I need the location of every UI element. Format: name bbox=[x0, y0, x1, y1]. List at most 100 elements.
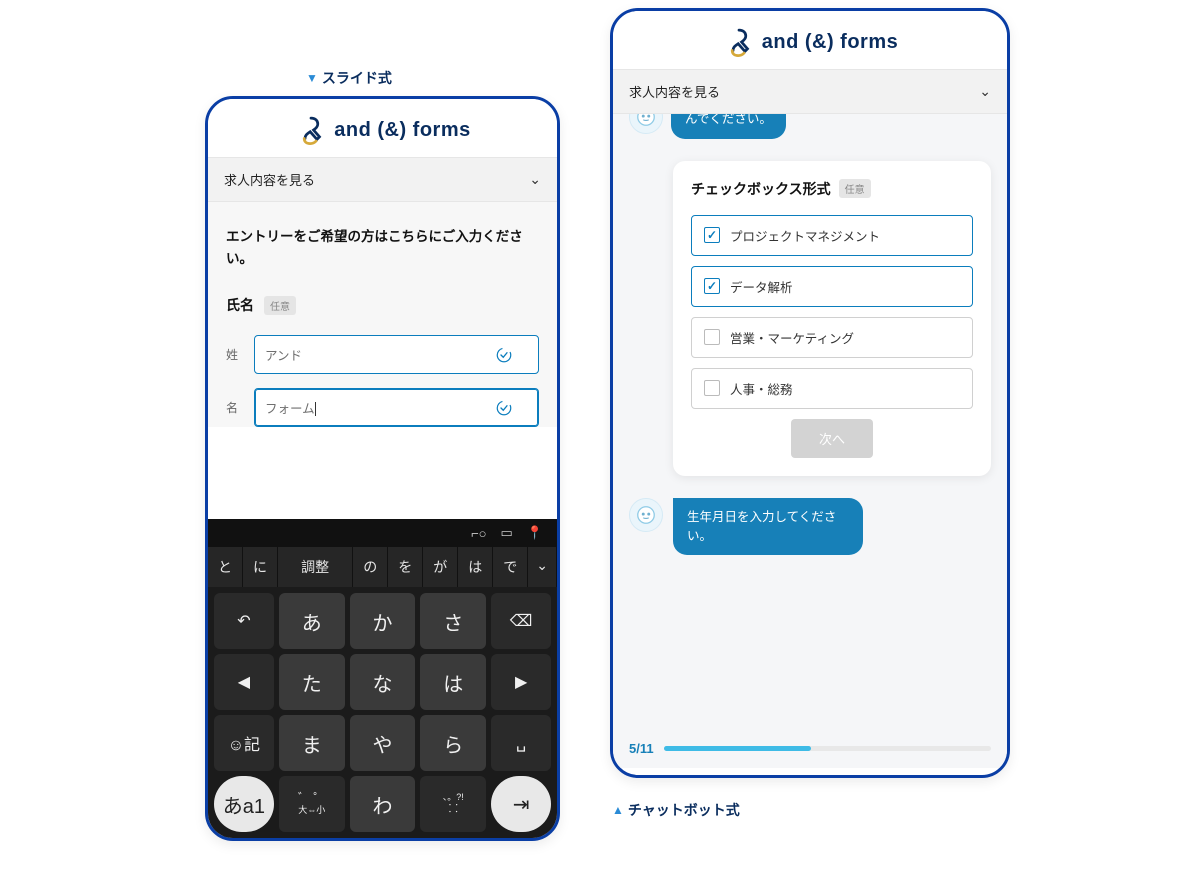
card-title: チェックボックス形式 bbox=[691, 179, 831, 199]
key-left[interactable]: ◀ bbox=[214, 654, 274, 710]
robot-icon bbox=[635, 504, 657, 526]
key-space[interactable]: ␣ bbox=[491, 715, 551, 771]
keyboard-suggestions: と に 調整 の を が は で ⌄ bbox=[208, 547, 557, 587]
progress-label: 5/11 bbox=[629, 741, 654, 756]
accordion-job-details[interactable]: 求人内容を見る ⌄ bbox=[208, 157, 557, 202]
suggestion-item[interactable]: が bbox=[423, 547, 458, 587]
key-ta[interactable]: た bbox=[279, 654, 345, 710]
key-dakuten[interactable]: ゛ ゜大⇔小 bbox=[279, 776, 345, 832]
chevron-down-icon: ⌄ bbox=[529, 171, 541, 188]
keyboard-toolbar: ⌐○ ▭ 📍 bbox=[208, 519, 557, 547]
firstname-value: フォーム bbox=[265, 402, 315, 416]
key-icon[interactable]: ⌐○ bbox=[471, 526, 486, 541]
key-backspace[interactable]: ⌫ bbox=[491, 593, 551, 649]
chat-area: んでください。 チェックボックス形式 任意 プロジェクトマネジメント データ解析… bbox=[613, 114, 1007, 768]
triangle-down-icon: ▼ bbox=[306, 71, 318, 85]
card-title-row: チェックボックス形式 任意 bbox=[691, 179, 973, 199]
bot-message-row: 生年月日を入力してください。 bbox=[629, 498, 991, 556]
key-sa[interactable]: さ bbox=[420, 593, 486, 649]
key-emoji[interactable]: ☺記 bbox=[214, 715, 274, 771]
logo-text: and (&) forms bbox=[762, 31, 899, 54]
form-area: エントリーをご希望の方はこちらにご入力ください。 氏名 任意 姓 アンド 名 フ… bbox=[208, 202, 557, 427]
ampersand-icon bbox=[294, 113, 328, 147]
bot-message-row: んでください。 bbox=[629, 114, 991, 139]
checkbox-option[interactable]: データ解析 bbox=[691, 266, 973, 307]
key-ha[interactable]: は bbox=[420, 654, 486, 710]
key-a[interactable]: あ bbox=[279, 593, 345, 649]
checkbox-label: 営業・マーケティング bbox=[730, 328, 854, 347]
caption-slide: ▼ スライド式 bbox=[306, 68, 392, 88]
next-button[interactable]: 次へ bbox=[791, 419, 873, 458]
key-mode-switch[interactable]: あa1 bbox=[214, 776, 274, 832]
phone-chatbot: and (&) forms 求人内容を見る ⌄ んでください。 チェックボックス… bbox=[610, 8, 1010, 778]
onscreen-keyboard: ⌐○ ▭ 📍 と に 調整 の を が は で ⌄ ↶ あ か さ ⌫ ◀ た … bbox=[208, 519, 557, 838]
accordion-label: 求人内容を見る bbox=[629, 82, 720, 101]
lastname-value: アンド bbox=[265, 349, 302, 363]
key-ma[interactable]: ま bbox=[279, 715, 345, 771]
key-enter[interactable]: ⇥ bbox=[491, 776, 551, 832]
suggestion-item[interactable]: と bbox=[208, 547, 243, 587]
checkbox-option[interactable]: 人事・総務 bbox=[691, 368, 973, 409]
name-field-title: 氏名 任意 bbox=[226, 295, 539, 315]
optional-badge: 任意 bbox=[264, 296, 296, 315]
accordion-label: 求人内容を見る bbox=[224, 170, 315, 189]
checkmark-circle-icon bbox=[495, 346, 513, 364]
logo-row: and (&) forms bbox=[208, 99, 557, 157]
suggestion-item[interactable]: の bbox=[353, 547, 388, 587]
accordion-job-details[interactable]: 求人内容を見る ⌄ bbox=[613, 69, 1007, 114]
suggestion-more[interactable]: ⌄ bbox=[528, 547, 557, 587]
checkbox-label: 人事・総務 bbox=[730, 379, 793, 398]
bot-bubble-bottom: 生年月日を入力してください。 bbox=[673, 498, 863, 556]
logo-text: and (&) forms bbox=[334, 119, 471, 142]
key-wa[interactable]: わ bbox=[350, 776, 416, 832]
key-undo[interactable]: ↶ bbox=[214, 593, 274, 649]
checkbox-icon bbox=[704, 227, 720, 243]
bot-bubble-top-text: んでください。 bbox=[685, 114, 772, 126]
checkbox-option[interactable]: プロジェクトマネジメント bbox=[691, 215, 973, 256]
caption-slide-text: スライド式 bbox=[322, 68, 392, 88]
progress-row: 5/11 bbox=[629, 741, 991, 756]
bot-avatar bbox=[629, 114, 663, 134]
chevron-down-icon: ⌄ bbox=[979, 83, 991, 100]
phone-slide: and (&) forms 求人内容を見る ⌄ エントリーをご希望の方はこちらに… bbox=[205, 96, 560, 841]
card-icon[interactable]: ▭ bbox=[501, 525, 513, 541]
checkbox-icon bbox=[704, 329, 720, 345]
key-ra[interactable]: ら bbox=[420, 715, 486, 771]
suggestion-item[interactable]: で bbox=[493, 547, 528, 587]
name-label: 氏名 bbox=[226, 295, 254, 315]
firstname-label: 名 bbox=[226, 399, 244, 416]
robot-icon bbox=[635, 114, 657, 128]
checkbox-option[interactable]: 営業・マーケティング bbox=[691, 317, 973, 358]
location-icon[interactable]: 📍 bbox=[527, 525, 543, 541]
bot-bubble-bottom-text: 生年月日を入力してください。 bbox=[687, 510, 836, 543]
progress-bar bbox=[664, 746, 991, 751]
suggestion-item[interactable]: を bbox=[388, 547, 423, 587]
caption-chatbot-text: チャットボット式 bbox=[628, 800, 740, 820]
suggestion-item[interactable]: に bbox=[243, 547, 278, 587]
caption-chatbot: ▲ チャットボット式 bbox=[612, 800, 740, 820]
checkbox-icon bbox=[704, 380, 720, 396]
intro-text: エントリーをご希望の方はこちらにご入力ください。 bbox=[226, 226, 539, 269]
checkmark-circle-icon bbox=[495, 399, 513, 417]
lastname-row: 姓 アンド bbox=[226, 335, 539, 374]
key-ya[interactable]: や bbox=[350, 715, 416, 771]
bot-bubble-top: んでください。 bbox=[671, 114, 786, 139]
lastname-label: 姓 bbox=[226, 346, 244, 363]
suggestion-item[interactable]: は bbox=[458, 547, 493, 587]
progress-fill bbox=[664, 746, 811, 751]
firstname-row: 名 フォーム bbox=[226, 388, 539, 427]
checkbox-label: プロジェクトマネジメント bbox=[730, 226, 880, 245]
key-na[interactable]: な bbox=[350, 654, 416, 710]
triangle-up-icon: ▲ bbox=[612, 803, 624, 817]
key-ka[interactable]: か bbox=[350, 593, 416, 649]
checkbox-icon bbox=[704, 278, 720, 294]
key-right[interactable]: ▶ bbox=[491, 654, 551, 710]
logo-row: and (&) forms bbox=[613, 11, 1007, 69]
bot-avatar bbox=[629, 498, 663, 532]
keyboard-grid: ↶ あ か さ ⌫ ◀ た な は ▶ ☺記 ま や ら ␣ あa1 ゛ ゜大⇔… bbox=[208, 587, 557, 838]
key-punct[interactable]: 、。?!⸬ bbox=[420, 776, 486, 832]
checkbox-label: データ解析 bbox=[730, 277, 793, 296]
suggestion-item[interactable]: 調整 bbox=[278, 547, 353, 587]
checkbox-card: チェックボックス形式 任意 プロジェクトマネジメント データ解析 営業・マーケテ… bbox=[673, 161, 991, 476]
ampersand-icon bbox=[722, 25, 756, 59]
